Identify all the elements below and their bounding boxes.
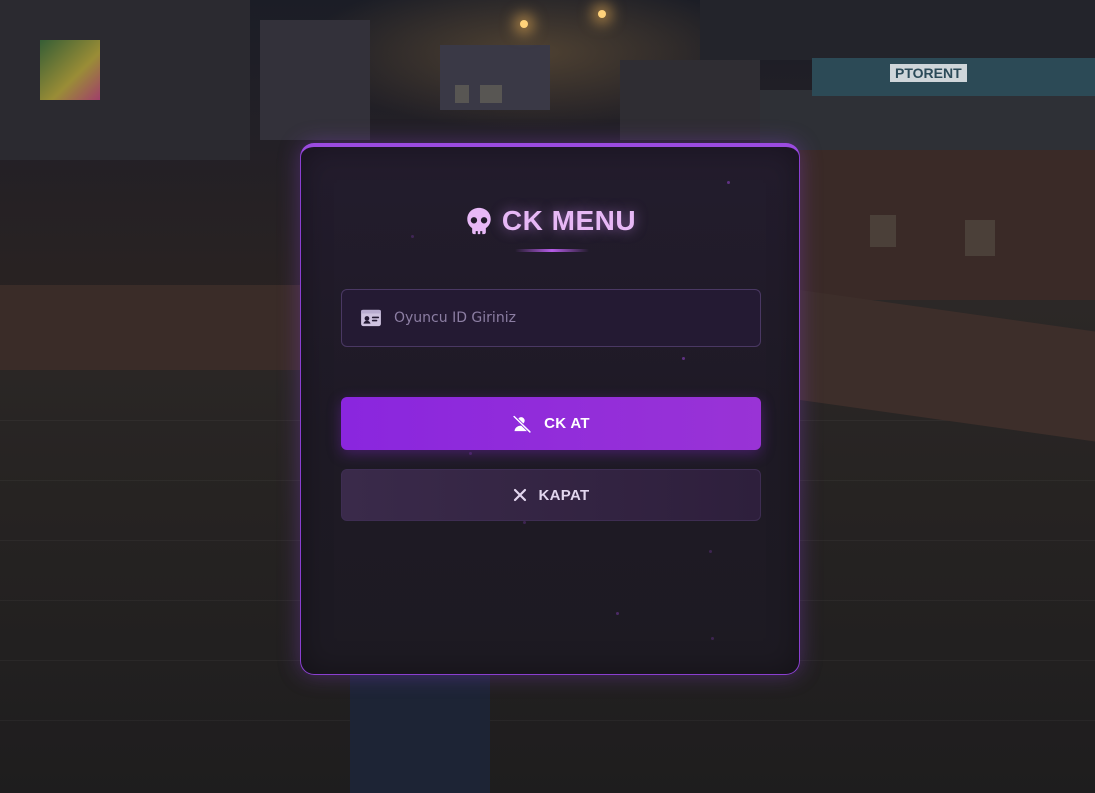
rooftop-ledge: [0, 285, 310, 370]
decorative-particle: [469, 452, 472, 455]
menu-header: CK MENU: [301, 205, 799, 237]
background-building: [260, 20, 370, 140]
user-slash-icon: [512, 414, 532, 433]
decorative-particle: [709, 550, 712, 553]
ck-menu-panel: CK MENU CK AT KAPAT: [300, 143, 800, 675]
background-building: [800, 150, 1095, 300]
background-window: [480, 85, 502, 103]
background-building: [700, 0, 1095, 60]
kapat-button-label: KAPAT: [538, 486, 590, 504]
background-building: [0, 0, 250, 160]
id-card-icon: [361, 309, 381, 327]
player-id-field[interactable]: [341, 289, 761, 347]
street-lamp: [520, 20, 528, 28]
title-underline: [515, 249, 589, 252]
decorative-particle: [711, 637, 714, 640]
rent-banner-text: PTORENT: [890, 64, 967, 82]
floor-tile-line: [0, 720, 1095, 721]
decorative-particle: [682, 357, 685, 360]
background-window: [965, 220, 995, 256]
ck-at-button[interactable]: CK AT: [341, 397, 761, 450]
background-window: [870, 215, 896, 247]
background-building: [620, 60, 760, 140]
decorative-particle: [616, 612, 619, 615]
ck-at-button-label: CK AT: [544, 415, 590, 432]
skull-icon: [467, 207, 491, 235]
player-id-input[interactable]: [392, 289, 760, 347]
street-lamp: [598, 10, 606, 18]
background-building: [760, 90, 1095, 155]
rent-banner: PTORENT: [812, 58, 1095, 96]
close-icon: [513, 488, 526, 502]
decorative-particle: [523, 521, 526, 524]
background-billboard: [40, 40, 100, 100]
decorative-particle: [727, 181, 730, 184]
player-character: [350, 672, 490, 793]
menu-title: CK MENU: [501, 205, 637, 236]
kapat-button[interactable]: KAPAT: [341, 469, 761, 521]
background-window: [455, 85, 469, 103]
